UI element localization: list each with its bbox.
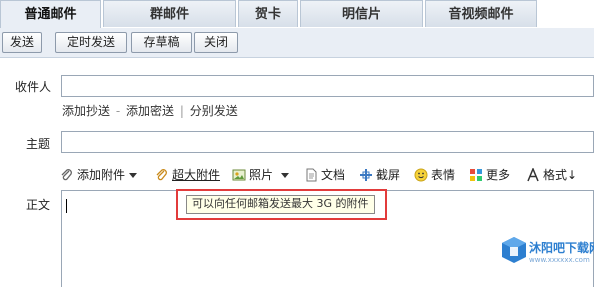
add-bcc-link[interactable]: 添加密送 bbox=[126, 104, 174, 118]
photo-label: 照片 bbox=[249, 168, 274, 182]
recipient-links: 添加抄送 - 添加密送 | 分别发送 bbox=[62, 102, 238, 119]
watermark: 沐阳吧下载网 www.xxxxxx.com bbox=[499, 234, 594, 270]
tab-group-mail[interactable]: 群邮件 bbox=[103, 0, 236, 27]
watermark-logo-icon bbox=[501, 236, 527, 264]
recipient-input[interactable] bbox=[61, 75, 594, 97]
tab-normal-mail[interactable]: 普通邮件 bbox=[0, 0, 101, 28]
paperclip-icon bbox=[155, 168, 169, 182]
compose-type-tabs: 普通邮件 群邮件 贺卡 明信片 音视频邮件 bbox=[0, 0, 594, 28]
highlight-box: 可以向任何邮箱发送最大 3G 的附件 bbox=[176, 189, 387, 220]
format-label: 格式↓ bbox=[543, 168, 578, 182]
add-cc-link[interactable]: 添加抄送 bbox=[62, 104, 110, 118]
chevron-down-icon[interactable] bbox=[281, 172, 290, 178]
body-label: 正文 bbox=[26, 198, 51, 212]
screenshot-label: 截屏 bbox=[376, 168, 401, 182]
attachment-tooltip: 可以向任何邮箱发送最大 3G 的附件 bbox=[186, 195, 375, 214]
document-icon bbox=[304, 168, 318, 182]
grid-icon bbox=[469, 168, 483, 182]
super-attachment-label: 超大附件 bbox=[172, 168, 221, 182]
send-button[interactable]: 发送 bbox=[2, 32, 42, 53]
subject-input[interactable] bbox=[61, 131, 594, 153]
save-draft-button[interactable]: 存草稿 bbox=[131, 32, 192, 53]
subject-label: 主题 bbox=[26, 137, 51, 151]
watermark-title: 沐阳吧下载网 bbox=[529, 241, 594, 255]
body-toolbar: 添加附件 超大附件 照片 文档 截屏 表情 更多 格式↓ bbox=[60, 166, 594, 184]
add-attachment-button[interactable]: 添加附件 bbox=[60, 166, 138, 184]
tab-greeting-card[interactable]: 贺卡 bbox=[238, 0, 298, 27]
recipient-label: 收件人 bbox=[15, 80, 52, 94]
photo-icon bbox=[232, 168, 246, 182]
watermark-url: www.xxxxxx.com bbox=[529, 256, 590, 264]
photo-button[interactable]: 照片 bbox=[232, 166, 290, 184]
compose-toolbar: 发送 定时发送 存草稿 关闭 bbox=[0, 28, 594, 58]
tab-postcard[interactable]: 明信片 bbox=[300, 0, 423, 27]
emoji-label: 表情 bbox=[431, 168, 456, 182]
format-button[interactable]: 格式↓ bbox=[526, 166, 577, 184]
paperclip-icon bbox=[60, 168, 74, 182]
tab-av-mail[interactable]: 音视频邮件 bbox=[425, 0, 537, 27]
document-label: 文档 bbox=[321, 168, 346, 182]
more-button[interactable]: 更多 bbox=[469, 166, 510, 184]
text-cursor bbox=[66, 199, 67, 213]
smiley-icon bbox=[414, 168, 428, 182]
link-separator: - bbox=[115, 104, 121, 118]
link-separator: | bbox=[179, 104, 184, 118]
emoji-button[interactable]: 表情 bbox=[414, 166, 455, 184]
document-button[interactable]: 文档 bbox=[304, 166, 345, 184]
close-button[interactable]: 关闭 bbox=[194, 32, 238, 53]
send-separately-link[interactable]: 分别发送 bbox=[190, 104, 238, 118]
more-label: 更多 bbox=[486, 168, 511, 182]
scissors-icon bbox=[359, 168, 373, 182]
screenshot-button[interactable]: 截屏 bbox=[359, 166, 400, 184]
add-attachment-label: 添加附件 bbox=[77, 168, 126, 182]
chevron-down-icon[interactable] bbox=[129, 172, 138, 178]
super-attachment-button[interactable]: 超大附件 bbox=[155, 166, 220, 184]
scheduled-send-button[interactable]: 定时发送 bbox=[55, 32, 127, 53]
font-format-icon bbox=[526, 167, 540, 182]
